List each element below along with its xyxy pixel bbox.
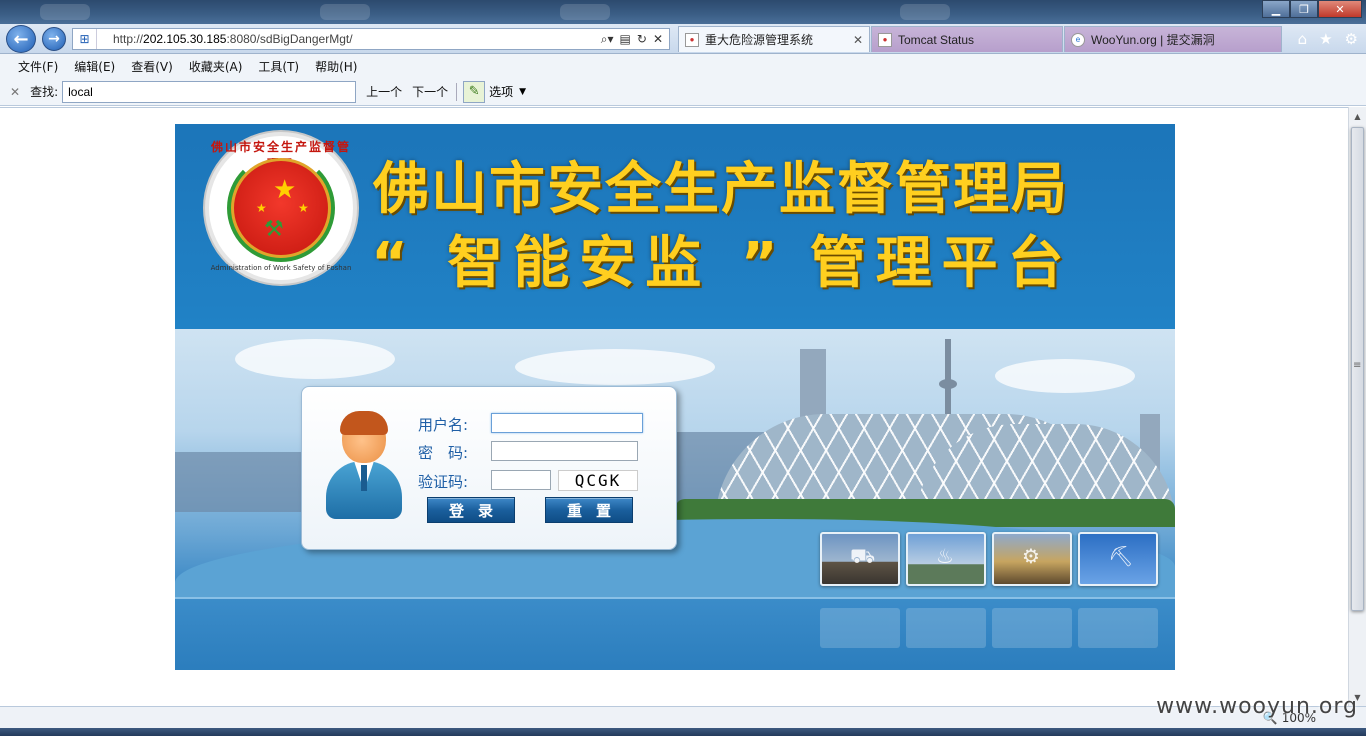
reset-button[interactable]: 重置 [545, 497, 633, 523]
tab-close-icon[interactable]: ✕ [853, 33, 863, 47]
menu-help[interactable]: 帮助(H) [315, 58, 357, 75]
city-skyline [175, 452, 305, 512]
refresh-icon[interactable]: ↻ [637, 32, 647, 47]
mine-headframe-image: ⛏ [1078, 532, 1158, 586]
find-input[interactable] [62, 80, 357, 103]
window-controls: ▁ ❐ ✕ [1262, 0, 1362, 18]
page-title: 佛山市安全生产监督管理局 [373, 157, 1069, 222]
settings-gear-icon[interactable]: ⚙ [1345, 30, 1358, 48]
highlight-icon[interactable]: ✎ [463, 80, 486, 103]
blurred-desktop [40, 4, 90, 20]
watermark: www.wooyun.org [1156, 694, 1358, 719]
tab-tomcat-status[interactable]: ● Tomcat Status [871, 26, 1063, 52]
divider [456, 82, 458, 101]
cloud [515, 349, 715, 385]
cloud [235, 339, 395, 379]
hammer-icon: ⚒ [264, 217, 284, 242]
login-button[interactable]: 登录 [427, 497, 515, 523]
username-input[interactable] [491, 413, 643, 433]
url-host: 202.105.30.185 [143, 32, 227, 46]
window-title-bar: ▁ ❐ ✕ [0, 0, 1366, 24]
page-favicon: ● [685, 32, 699, 47]
compat-icon[interactable]: ▤ [620, 32, 631, 47]
foshan-emblem-logo: 佛山市安全生产监督管理局 ★ ★ ★ ⚒ Administration of W… [205, 132, 357, 284]
user-avatar-icon [324, 411, 404, 521]
emblem-center: ★ ★ ★ ⚒ [231, 158, 331, 258]
tab-label: 重大危险源管理系统 [705, 33, 814, 47]
star-icon: ★ [298, 201, 309, 215]
back-arrow-icon: ← [13, 28, 29, 50]
industry-thumbnails: ⛟ ♨ ⚙ ⛏ [820, 532, 1158, 586]
password-label: 密 码: [418, 444, 469, 462]
back-button[interactable]: ← [6, 25, 36, 53]
find-prev-button[interactable]: 上一个 [366, 83, 402, 100]
forward-arrow-icon: → [48, 31, 60, 47]
login-page: 佛山市安全生产监督管理局 ★ ★ ★ ⚒ Administration of W… [175, 124, 1175, 670]
find-next-button[interactable]: 下一个 [412, 83, 448, 100]
subtitle-rest: 管理平台 [809, 231, 1074, 296]
menu-view[interactable]: 查看(V) [131, 58, 173, 75]
tab-danger-source[interactable]: ● 重大危险源管理系统 ✕ [678, 26, 870, 52]
address-tools: ⌕▾ ▤ ↻ ✕ [601, 32, 669, 47]
page-favicon: ● [878, 32, 892, 47]
tab-label: Tomcat Status [898, 32, 975, 47]
restore-icon[interactable]: ❐ [1290, 0, 1318, 18]
thumbnail-reflection [820, 608, 1158, 648]
username-label: 用户名: [418, 416, 469, 434]
favorites-star-icon[interactable]: ★ [1319, 30, 1332, 48]
chevron-down-icon[interactable]: ▼ [519, 87, 526, 97]
subtitle-quoted: “ 智能安监 ” [371, 231, 788, 296]
stop-icon[interactable]: ✕ [653, 32, 663, 47]
tab-label: WooYun.org | 提交漏洞 [1091, 33, 1215, 47]
password-input[interactable] [491, 441, 638, 461]
find-bar: ✕ 查找: 上一个 下一个 ✎ 选项 ▼ [0, 78, 1366, 106]
cloud [995, 359, 1135, 393]
address-bar[interactable]: ⊞ http://202.105.30.185:8080/sdBigDanger… [72, 28, 670, 50]
header-banner: 佛山市安全生产监督管理局 ★ ★ ★ ⚒ Administration of W… [175, 124, 1175, 329]
blurred-desktop [560, 4, 610, 20]
page-subtitle: “ 智能安监 ” 管理平台 [371, 218, 1074, 299]
menu-favorites[interactable]: 收藏夹(A) [189, 58, 243, 75]
tab-wooyun[interactable]: e WooYun.org | 提交漏洞 [1064, 26, 1282, 52]
emblem-en-text: Administration of Work Safety of Foshan [210, 264, 352, 272]
minimize-icon[interactable]: ▁ [1262, 0, 1290, 18]
menu-tools[interactable]: 工具(T) [258, 58, 299, 75]
menu-file[interactable]: 文件(F) [18, 58, 58, 75]
captcha-image[interactable]: QCGK [558, 470, 638, 491]
scroll-up-icon[interactable]: ▲ [1349, 107, 1366, 125]
forward-button[interactable]: → [42, 27, 66, 51]
close-find-icon[interactable]: ✕ [10, 85, 20, 99]
browser-toolbar-icons: ⌂ ★ ⚙ [1298, 30, 1358, 48]
scrollbar-thumb[interactable] [1351, 127, 1364, 611]
vertical-scrollbar[interactable]: ▲ ▼ [1348, 107, 1366, 706]
navigation-bar: ← → ⊞ http://202.105.30.185:8080/sdBigDa… [0, 24, 1366, 54]
close-window-icon[interactable]: ✕ [1318, 0, 1362, 18]
home-icon[interactable]: ⌂ [1298, 30, 1308, 48]
ie-icon: e [1071, 32, 1085, 47]
captcha-label: 验证码: [418, 473, 469, 491]
find-options-button[interactable]: 选项 [489, 83, 513, 100]
add-favorite-icon[interactable]: ⊞ [73, 29, 97, 49]
star-icon: ★ [256, 201, 267, 215]
login-box: 用户名: 密 码: 验证码: QCGK 登录 重置 [301, 386, 677, 550]
find-label: 查找: [30, 85, 59, 99]
star-icon: ★ [273, 175, 297, 205]
power-plant-image: ♨ [906, 532, 986, 586]
search-icon[interactable]: ⌕▾ [601, 32, 614, 47]
url-rest: :8080/sdBigDangerMgt/ [226, 32, 353, 46]
url-prefix: http:// [113, 32, 144, 46]
blurred-desktop [320, 4, 370, 20]
windows-taskbar [0, 728, 1366, 736]
mining-truck-image: ⛟ [820, 532, 900, 586]
menu-bar: 文件(F) 编辑(E) 查看(V) 收藏夹(A) 工具(T) 帮助(H) [0, 54, 1366, 78]
menu-edit[interactable]: 编辑(E) [74, 58, 115, 75]
captcha-input[interactable] [491, 470, 551, 490]
address-url[interactable]: http://202.105.30.185:8080/sdBigDangerMg… [97, 32, 601, 46]
factory-image: ⚙ [992, 532, 1072, 586]
blurred-desktop [900, 4, 950, 20]
